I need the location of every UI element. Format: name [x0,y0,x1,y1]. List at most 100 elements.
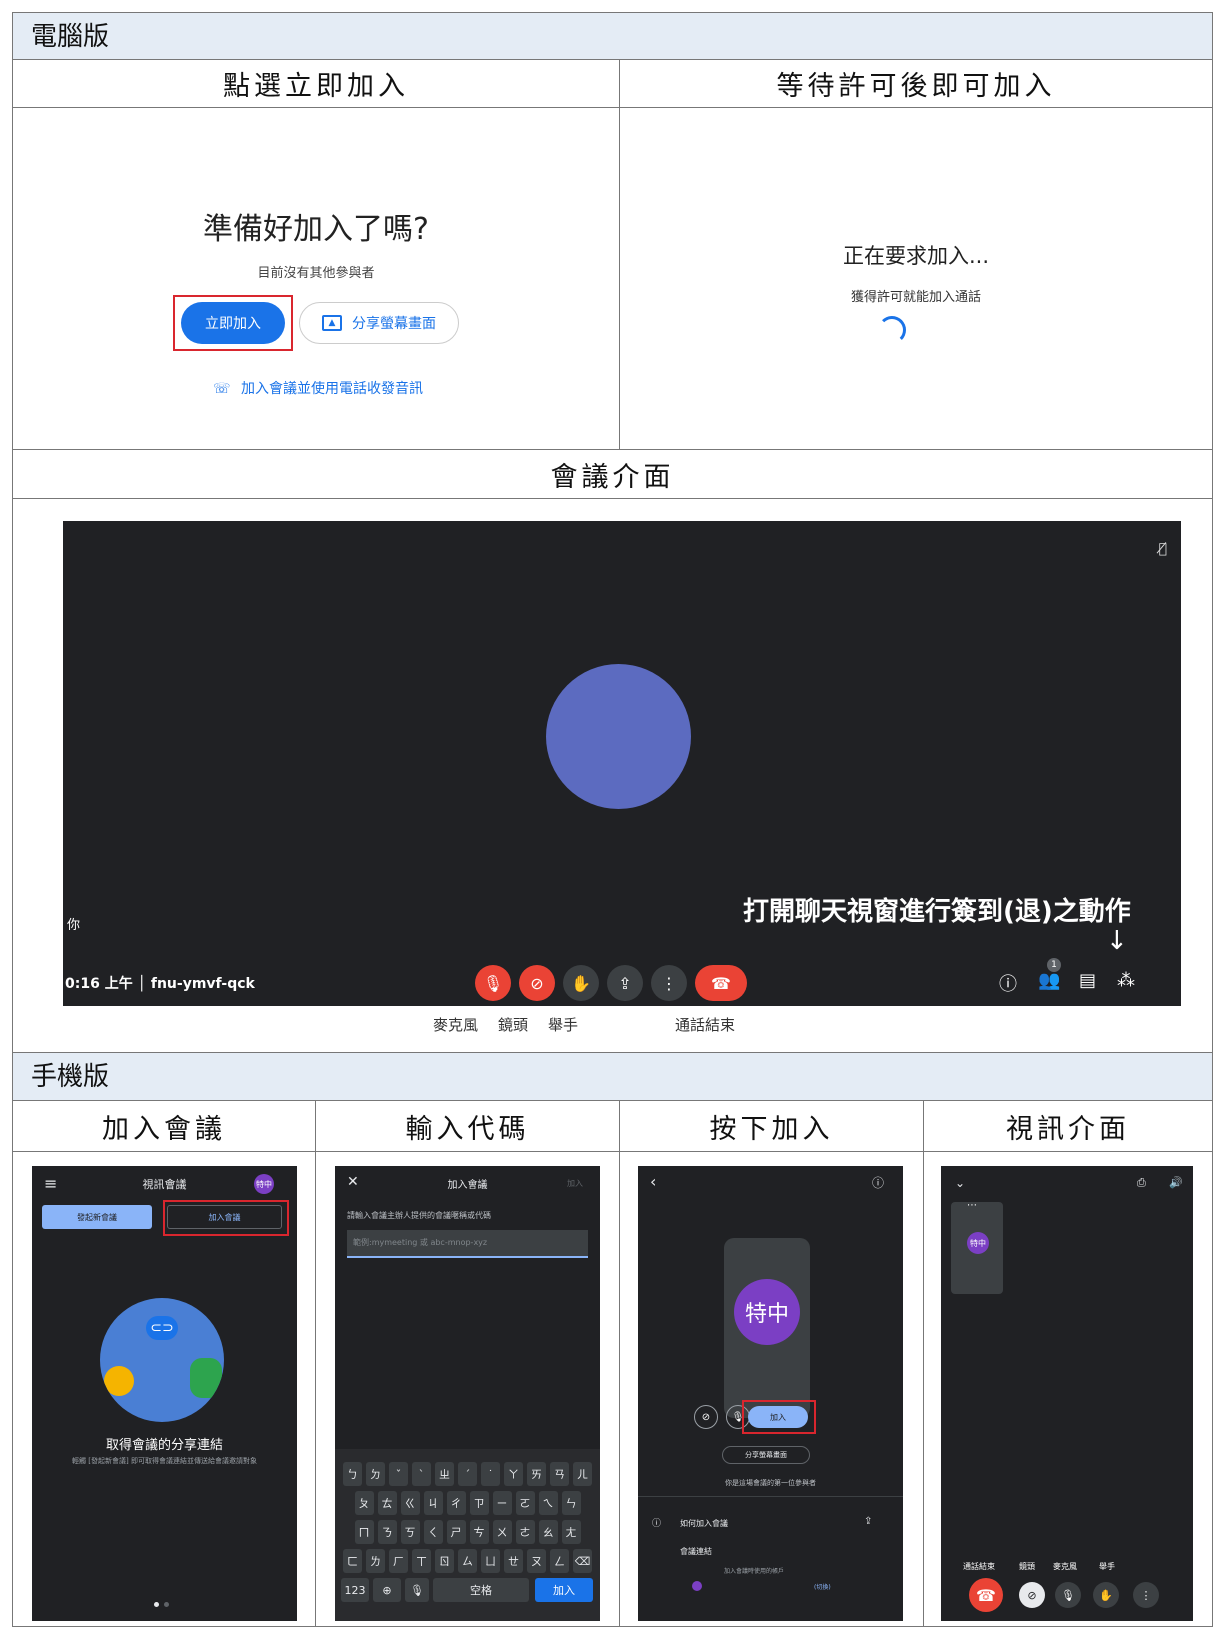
info-icon[interactable]: ⓘ [999,970,1017,996]
keyboard-key[interactable]: ㄓ [435,1462,454,1486]
keyboard-key[interactable]: ㄠ [538,1520,558,1544]
phone2-prompt: 請輸入會議主辦人提供的會議暱稱或代碼 [347,1211,491,1220]
keyboard-key[interactable]: ㄑ [423,1520,443,1544]
keyboard-key[interactable]: ㄢ [550,1462,569,1486]
keyboard-key[interactable]: ㄔ [446,1491,466,1515]
keyboard-key[interactable]: ㄋ [377,1520,397,1544]
key-123[interactable]: 123 [341,1578,369,1602]
keyboard-key[interactable]: ㄊ [377,1491,397,1515]
self-tile: ⋯ 特中 [951,1200,1003,1294]
keyboard-key[interactable]: ㄤ [561,1520,581,1544]
keyboard-key[interactable]: ㄝ [504,1549,523,1573]
down-arrow-annotation: ↓ [1106,926,1128,956]
raise-hand-button[interactable]: ✋ [563,965,599,1001]
chat-icon[interactable]: ▤ [1079,970,1096,991]
keyboard-key[interactable]: ㄞ [527,1462,546,1486]
keyboard-key[interactable]: ˙ [481,1462,500,1486]
keyboard-key[interactable]: ˊ [458,1462,477,1486]
speaker-icon[interactable]: 🔊 [1169,1176,1183,1189]
how-to-join[interactable]: 如何加入會議 [680,1518,728,1529]
mic-button[interactable]: 🎙 [1055,1582,1081,1608]
more-options-button[interactable]: ⋮ [651,965,687,1001]
label-end-call: 通話結束 [963,1562,995,1571]
camera-button[interactable]: ⊘ [1019,1582,1045,1608]
keyboard-key[interactable]: ㄦ [573,1462,592,1486]
keyboard-key[interactable]: ㄖ [435,1549,454,1573]
keyboard-key[interactable]: ⌫ [573,1549,592,1573]
keyboard-key[interactable]: ㄉ [366,1462,385,1486]
share-icon[interactable]: ⇪ [864,1516,872,1527]
keyboard-key[interactable]: ㄚ [504,1462,523,1486]
keyboard-key[interactable]: ㄣ [561,1491,581,1515]
end-call-button[interactable]: ☎ [695,965,747,1001]
present-icon: ▲ [322,315,342,331]
join-title: 準備好加入了嗎? [203,212,429,247]
keyboard-key[interactable]: ㄕ [446,1520,466,1544]
camera-off-icon: ⊘ [701,1411,711,1423]
caption-mic: 麥克風 [433,1016,479,1034]
keyboard-key[interactable]: ㄙ [458,1549,477,1573]
camera-toggle-button[interactable]: ⊘ [694,1405,718,1429]
meeting-code-input[interactable]: 範例:mymeeting 或 abc-mnop-xyz [347,1230,588,1258]
more-vert-icon: ⋮ [1140,1588,1152,1602]
space-key[interactable]: 空格 [433,1578,529,1602]
phone1-desc: 輕觸 [發起新會議] 即可取得會議連結並傳送給會議邀請對象 [72,1457,257,1465]
you-label: 你 [67,918,81,933]
divider [638,1496,903,1497]
chevron-down-icon[interactable]: ⌄ [955,1176,965,1190]
raise-hand-button[interactable]: ✋ [1093,1582,1119,1608]
keyboard-key[interactable]: ㄧ [492,1491,512,1515]
meeting-link[interactable]: 會議連結 [680,1546,712,1557]
keyboard-key[interactable]: ㄘ [469,1520,489,1544]
phone-audio-link[interactable]: ☏ 加入會議並使用電話收發音訊 [213,378,423,398]
keyboard-key[interactable]: ㄌ [366,1549,385,1573]
meeting-screen: 🎙̸ 你 打開聊天視窗進行簽到(退)之動作 ↓ 0:16 上午 │ fnu-ym… [63,521,1181,1006]
keyboard-key[interactable]: ㄡ [527,1549,546,1573]
more-options-button[interactable]: ⋮ [1133,1582,1159,1608]
person-right [190,1358,222,1398]
col-header-join-now: 點選立即加入 [12,59,620,108]
keyboard-key[interactable]: ㄐ [423,1491,443,1515]
col-header-mobile-video: 視訊介面 [923,1100,1213,1152]
keyboard-key[interactable]: ㄆ [354,1491,374,1515]
new-meeting-button[interactable]: 發起新會議 [42,1205,152,1229]
share-screen-button[interactable]: ▲ 分享螢幕畫面 [299,302,459,344]
more-horiz-icon[interactable]: ⋯ [967,1200,977,1211]
keyboard-key[interactable]: ㄟ [538,1491,558,1515]
mic-off-button[interactable]: 🎙 [475,965,511,1001]
join-now-button[interactable]: 立即加入 [181,302,285,344]
keyboard-key[interactable]: ㄩ [481,1549,500,1573]
phone2-join-action[interactable]: 加入 [567,1178,583,1189]
keyboard-key[interactable]: ㄈ [343,1549,362,1573]
keyboard-key[interactable]: ㄗ [469,1491,489,1515]
back-icon[interactable]: ‹ [650,1172,656,1191]
keyboard-key[interactable]: ㄒ [412,1549,431,1573]
switch-camera-icon[interactable]: ⎙ [1137,1176,1146,1190]
keyboard-key[interactable]: ㄜ [515,1520,535,1544]
keyboard-key[interactable]: ˇ [389,1462,408,1486]
info-icon[interactable]: ⓘ [872,1174,884,1191]
keyboard-key[interactable]: ㄅ [343,1462,362,1486]
keyboard-key[interactable]: ˋ [412,1462,431,1486]
avatar [546,664,691,809]
keyboard-key[interactable]: ㄥ [550,1549,569,1573]
keyboard-key[interactable]: ㄏ [389,1549,408,1573]
keyboard-key[interactable]: ㄎ [400,1520,420,1544]
keyboard-key[interactable]: ㄨ [492,1520,512,1544]
switch-account[interactable]: (切換) [814,1582,831,1591]
share-screen-button[interactable]: 分享螢幕畫面 [722,1446,810,1464]
keyboard-join-key[interactable]: 加入 [535,1578,593,1602]
meeting-time-code: 0:16 上午 │ fnu-ymvf-qck [65,976,255,992]
mic-key[interactable]: 🎙 [405,1578,429,1602]
people-icon[interactable]: 👥 [1038,970,1060,991]
end-call-button[interactable]: ☎ [969,1578,1003,1612]
globe-key[interactable]: ⊕ [373,1578,401,1602]
activities-icon[interactable]: ⁂ [1117,970,1135,991]
camera-off-icon: ⊘ [530,973,544,993]
camera-off-button[interactable]: ⊘ [519,965,555,1001]
keyboard-key[interactable]: ㄍ [400,1491,420,1515]
avatar[interactable]: 特中 [254,1174,274,1194]
present-button[interactable]: ⇪ [607,965,643,1001]
keyboard-key[interactable]: ㄇ [354,1520,374,1544]
keyboard-key[interactable]: ㄛ [515,1491,535,1515]
